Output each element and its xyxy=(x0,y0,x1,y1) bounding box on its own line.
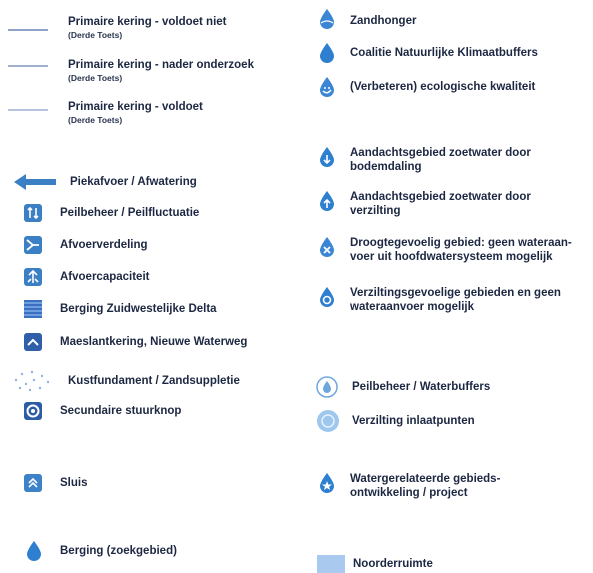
legend-sublabel: (Derde Toets) xyxy=(68,115,123,125)
legend-row-afvoerverdeling: Afvoerverdeling xyxy=(24,236,148,254)
legend-label-line2: verzilting xyxy=(350,205,401,217)
legend-label-line2: ontwikkeling / project xyxy=(350,487,468,499)
salt-drop-icon xyxy=(320,287,334,307)
legend-row-ecologische-kwaliteit: (Verbeteren) ecologische kwaliteit xyxy=(318,76,535,98)
dots-icon xyxy=(14,370,50,392)
legend-row-droogtegevoelig: Droogtegevoelig gebied: geen wateraan- v… xyxy=(318,236,572,264)
legend-row-zoetwater-verzilting: Aandachtsgebied zoetwater door verziltin… xyxy=(318,190,531,218)
legend-label: Noorderruimte xyxy=(353,558,433,570)
split-arrow-icon xyxy=(24,236,42,254)
legend-row-waterbuffers: Peilbeheer / Waterbuffers xyxy=(316,376,490,398)
line-swatch xyxy=(8,29,48,31)
legend-label-line1: Droogtegevoelig gebied: geen wateraan- xyxy=(350,237,572,249)
legend-row-kering-voldoet-niet: Primaire kering - voldoet niet (Derde To… xyxy=(8,12,226,41)
legend-row-noorderruimte: Noorderruimte xyxy=(317,555,433,573)
legend-label: Zandhonger xyxy=(350,15,417,27)
down-arrow-drop-icon xyxy=(320,147,334,167)
capacity-arrow-icon xyxy=(24,268,42,286)
project-drop-icon xyxy=(320,473,334,493)
grid-storage-icon xyxy=(24,300,42,318)
legend-label: Kustfundament / Zandsuppletie xyxy=(68,375,240,387)
legend-label: Afvoerverdeling xyxy=(60,239,148,251)
legend-label-line2: voer uit hoofdwatersysteem mogelijk xyxy=(350,251,553,263)
area-band-icon xyxy=(317,555,345,573)
legend-sublabel: (Derde Toets) xyxy=(68,73,123,83)
legend-label: Berging (zoekgebied) xyxy=(60,545,177,557)
legend-row-kering-voldoet: Primaire kering - voldoet (Derde Toets) xyxy=(8,97,203,126)
barrier-icon xyxy=(24,333,42,351)
legend-row-zandhonger: Zandhonger xyxy=(318,8,416,30)
legend-label: Piekafvoer / Afwatering xyxy=(70,176,197,188)
legend-row-verziltingsgevoelig: Verziltingsgevoelige gebieden en geen wa… xyxy=(318,286,561,314)
arrow-left-icon xyxy=(14,174,56,190)
legend-label: Primaire kering - voldoet niet xyxy=(68,16,227,28)
legend-row-berging-zoekgebied: Berging (zoekgebied) xyxy=(25,540,177,562)
legend-row-secundaire-stuurknop: Secundaire stuurknop xyxy=(24,402,181,420)
sand-drop-icon xyxy=(320,9,334,29)
legend-row-piekafvoer: Piekafvoer / Afwatering xyxy=(14,173,197,191)
legend-label: Coalitie Natuurlijke Klimaatbuffers xyxy=(350,47,538,59)
legend-row-kering-nader-onderzoek: Primaire kering - nader onderzoek (Derde… xyxy=(8,55,254,84)
legend-sublabel: (Derde Toets) xyxy=(68,30,123,40)
legend-label: Secundaire stuurknop xyxy=(60,405,182,417)
lock-icon xyxy=(24,474,42,492)
legend-label: Primaire kering - nader onderzoek xyxy=(68,59,254,71)
legend-label: Berging Zuidwestelijke Delta xyxy=(60,303,217,315)
target-icon xyxy=(24,402,42,420)
legend-label: (Verbeteren) ecologische kwaliteit xyxy=(350,81,536,93)
legend-row-berging-delta: Berging Zuidwestelijke Delta xyxy=(24,300,217,318)
legend-label: Primaire kering - voldoet xyxy=(68,101,203,113)
drop-icon xyxy=(320,43,334,63)
legend-label-line2: bodemdaling xyxy=(350,161,422,173)
legend-label: Afvoercapaciteit xyxy=(60,271,150,283)
legend-label: Peilbeheer / Peilfluctuatie xyxy=(60,207,200,219)
buffer-circle-icon xyxy=(316,376,338,398)
legend-label-line1: Verziltingsgevoelige gebieden en geen xyxy=(350,287,561,299)
legend-row-kustfundament: Kustfundament / Zandsuppletie xyxy=(12,368,240,394)
drop-icon xyxy=(27,541,41,561)
legend-label: Peilbeheer / Waterbuffers xyxy=(352,381,491,393)
legend-row-bodemdaling: Aandachtsgebied zoetwater door bodemdali… xyxy=(318,146,531,174)
legend-label-line2: wateraanvoer mogelijk xyxy=(350,301,474,313)
intake-circle-icon xyxy=(317,410,339,432)
legend-row-inlaatpunten: Verzilting inlaatpunten xyxy=(316,409,475,433)
legend-label: Maeslantkering, Nieuwe Waterweg xyxy=(60,336,248,348)
legend-row-gebiedsontwikkeling: Watergerelateerde gebieds- ontwikkeling … xyxy=(318,472,500,500)
eco-drop-icon xyxy=(320,77,334,97)
legend-row-coalitie: Coalitie Natuurlijke Klimaatbuffers xyxy=(318,42,538,64)
legend-row-afvoercapaciteit: Afvoercapaciteit xyxy=(24,268,149,286)
legend-label: Sluis xyxy=(60,477,88,489)
legend-label-line1: Watergerelateerde gebieds- xyxy=(350,473,501,485)
line-swatch xyxy=(8,109,48,111)
legend-row-maeslantkering: Maeslantkering, Nieuwe Waterweg xyxy=(24,333,247,351)
legend-row-sluis: Sluis xyxy=(24,474,87,492)
updown-arrows-icon xyxy=(24,204,42,222)
legend-label-line1: Aandachtsgebied zoetwater door xyxy=(350,147,531,159)
cross-drop-icon xyxy=(320,237,334,257)
legend-row-peilbeheer: Peilbeheer / Peilfluctuatie xyxy=(24,204,199,222)
line-swatch xyxy=(8,65,48,67)
legend-label-line1: Aandachtsgebied zoetwater door xyxy=(350,191,531,203)
legend-label: Verzilting inlaatpunten xyxy=(352,415,475,427)
up-arrow-drop-icon xyxy=(320,191,334,211)
